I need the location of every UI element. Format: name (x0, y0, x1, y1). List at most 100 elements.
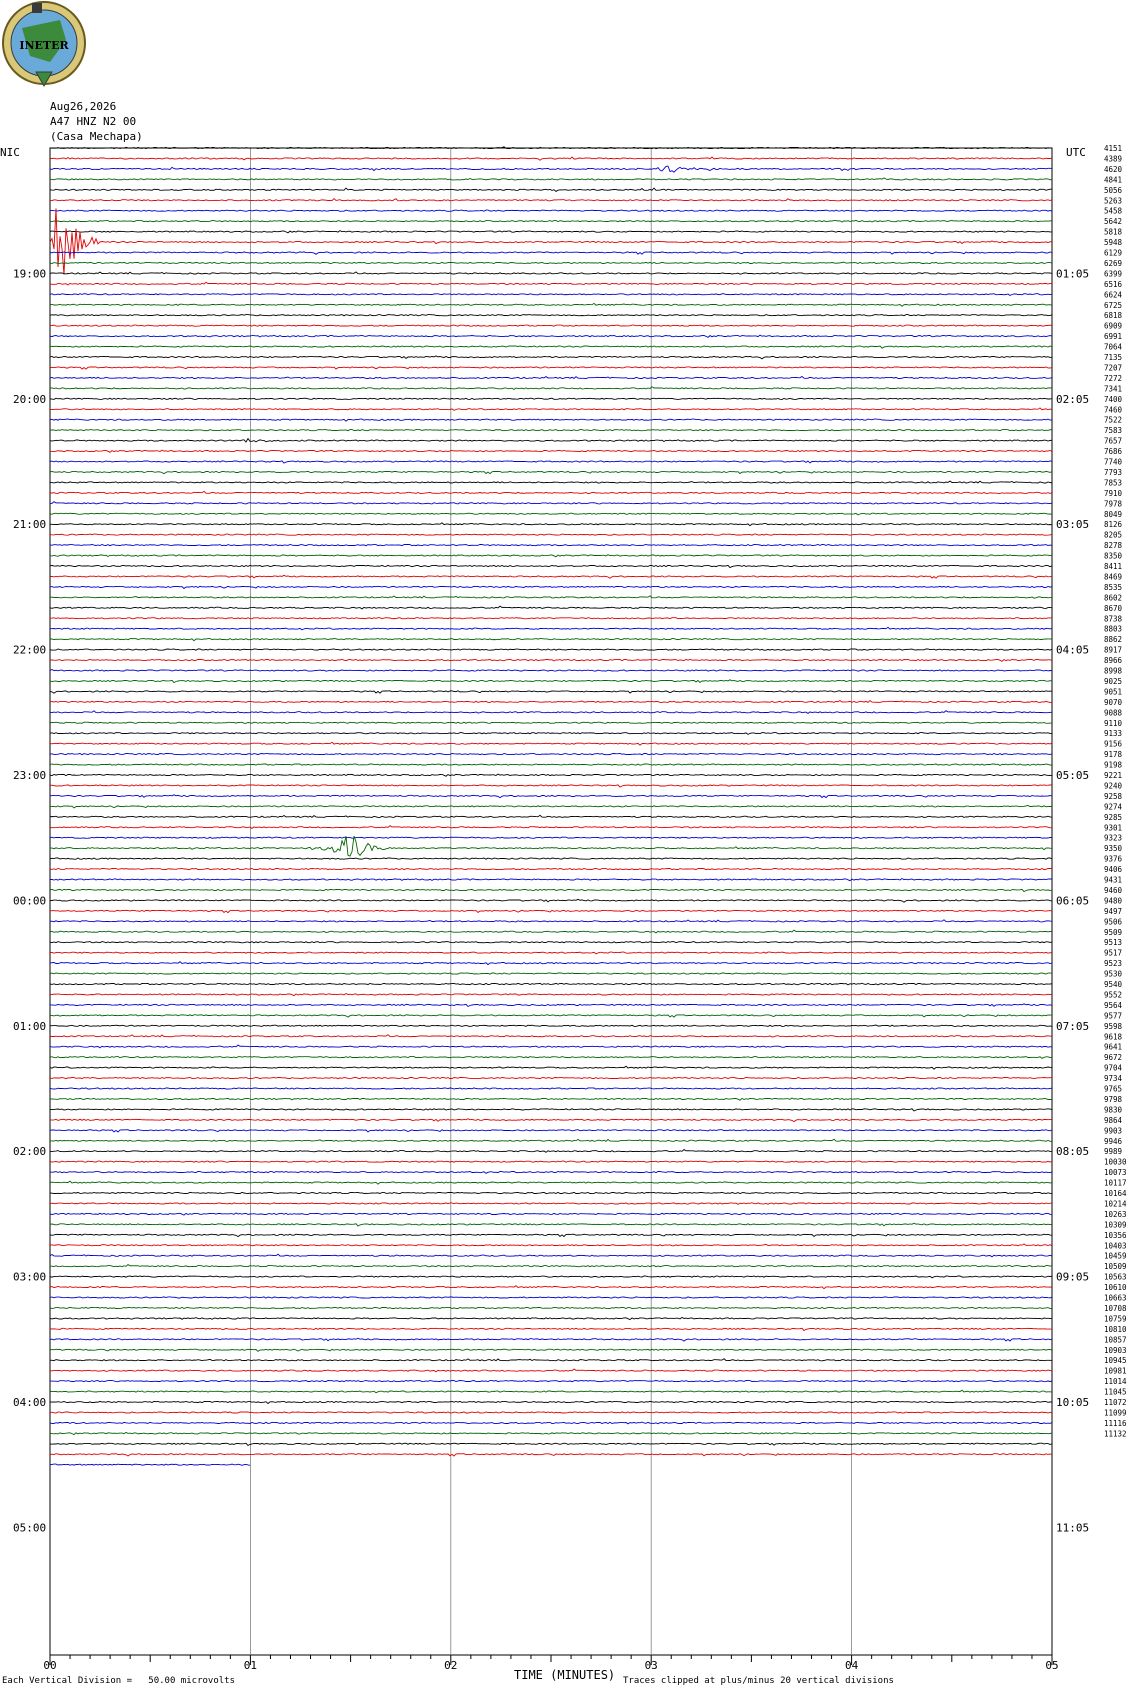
trace-line (50, 658, 1053, 662)
trace-line (49, 929, 1053, 934)
trace-rms-value: 8049 (1104, 510, 1122, 519)
trace-rms-value: 7853 (1104, 478, 1122, 487)
right-time-label: 09:05 (1056, 1271, 1089, 1284)
trace-line (49, 302, 1053, 307)
trace-rms-value: 7064 (1104, 343, 1123, 352)
trace-rms-value: 9070 (1104, 698, 1123, 707)
trace-rms-value: 9460 (1104, 886, 1123, 895)
trace-line (49, 501, 1053, 505)
trace-rms-value: 7272 (1104, 374, 1122, 383)
trace-line (49, 1191, 1053, 1195)
trace-line (49, 1421, 1053, 1425)
trace-rms-value: 6909 (1104, 322, 1122, 331)
trace-rms-value: 9517 (1104, 949, 1122, 958)
trace-rms-value: 10903 (1104, 1346, 1127, 1355)
trace-line (49, 564, 1053, 569)
x-tick-label: 04 (845, 1659, 859, 1672)
trace-line (49, 1243, 1053, 1247)
trace-line (49, 1097, 1052, 1101)
trace-line (49, 1212, 1053, 1216)
trace-line (49, 605, 1053, 610)
trace-rms-value: 8602 (1104, 593, 1122, 602)
trace-rms-value: 9798 (1104, 1095, 1123, 1104)
trace-rms-value: 4620 (1104, 165, 1123, 174)
trace-line (49, 1065, 1053, 1070)
trace-rms-value: 9830 (1104, 1105, 1123, 1114)
trace-rms-value: 10708 (1104, 1304, 1127, 1313)
trace-line (49, 877, 1052, 882)
trace-rms-value: 9672 (1104, 1053, 1122, 1062)
trace-line (49, 1411, 1053, 1414)
trace-rms-value: 8278 (1104, 541, 1123, 550)
trace-line (49, 867, 1053, 871)
trace-line (49, 1024, 1053, 1027)
trace-rms-value: 9258 (1104, 792, 1123, 801)
trace-rms-value: 11132 (1104, 1429, 1127, 1438)
trace-line (49, 324, 1053, 327)
trace-rms-value: 9509 (1104, 928, 1122, 937)
trace-rms-value: 9864 (1104, 1116, 1123, 1125)
trace-line (49, 1180, 1053, 1185)
trace-line (49, 1316, 1053, 1321)
trace-rms-value: 9989 (1104, 1147, 1122, 1156)
trace-line (49, 355, 1053, 360)
trace-line (49, 1453, 1053, 1457)
trace-rms-value: 9133 (1104, 729, 1122, 738)
trace-line (49, 1389, 1053, 1394)
trace-rms-value: 8670 (1104, 604, 1123, 613)
trace-line (49, 1463, 251, 1466)
trace-line (49, 1431, 1053, 1436)
left-time-label: 02:00 (13, 1145, 46, 1158)
trace-rms-value: 9178 (1104, 750, 1123, 759)
trace-line (49, 1233, 1053, 1238)
trace-line (49, 1348, 1053, 1352)
trace-rms-value: 9506 (1104, 917, 1123, 926)
trace-rms-value: 8862 (1104, 635, 1122, 644)
trace-line (49, 1285, 1053, 1290)
trace-line (49, 1275, 1053, 1279)
trace-rms-value: 10073 (1104, 1168, 1127, 1177)
trace-line (49, 480, 1053, 484)
trace-rms-value: 8411 (1104, 562, 1122, 571)
left-time-label: 22:00 (13, 644, 46, 657)
trace-line (49, 533, 1053, 536)
trace-line (49, 941, 1053, 944)
right-time-label: 04:05 (1056, 644, 1089, 657)
trace-rms-value: 9285 (1104, 813, 1122, 822)
trace-line (49, 919, 1053, 923)
trace-rms-value: 9051 (1104, 687, 1122, 696)
trace-rms-value: 8469 (1104, 572, 1122, 581)
trace-rms-value: 7400 (1104, 395, 1123, 404)
trace-rms-value: 9497 (1104, 907, 1122, 916)
trace-line (49, 512, 1053, 516)
trace-line (49, 909, 1053, 914)
trace-line (49, 1442, 1053, 1446)
left-time-label: 20:00 (13, 393, 46, 406)
trace-line (49, 951, 1053, 955)
trace-rms-value: 9323 (1104, 834, 1122, 843)
trace-rms-value: 8738 (1104, 614, 1123, 623)
trace-rms-value: 11099 (1104, 1408, 1127, 1417)
trace-rms-value: 7135 (1104, 353, 1122, 362)
trace-line (49, 794, 1053, 799)
trace-line (49, 397, 1053, 400)
trace-line (49, 1056, 1053, 1059)
right-time-label: 08:05 (1056, 1145, 1089, 1158)
trace-rms-value: 9110 (1104, 719, 1123, 728)
trace-line (49, 825, 1053, 829)
trace-line (49, 1108, 1053, 1112)
trace-line (49, 710, 1053, 714)
trace-rms-value: 5642 (1104, 217, 1122, 226)
trace-rms-value: 8126 (1104, 520, 1123, 529)
trace-line (50, 626, 1053, 631)
trace-line (49, 1034, 1053, 1038)
trace-rms-value: 7978 (1104, 499, 1123, 508)
trace-rms-value: 9530 (1104, 970, 1123, 979)
trace-rms-value: 11116 (1104, 1419, 1127, 1428)
trace-line (49, 898, 1053, 903)
trace-rms-value: 9406 (1104, 865, 1123, 874)
trace-rms-value: 4151 (1104, 144, 1122, 153)
trace-rms-value: 7341 (1104, 384, 1122, 393)
trace-rms-value: 9641 (1104, 1043, 1122, 1052)
right-time-label: 02:05 (1056, 393, 1089, 406)
